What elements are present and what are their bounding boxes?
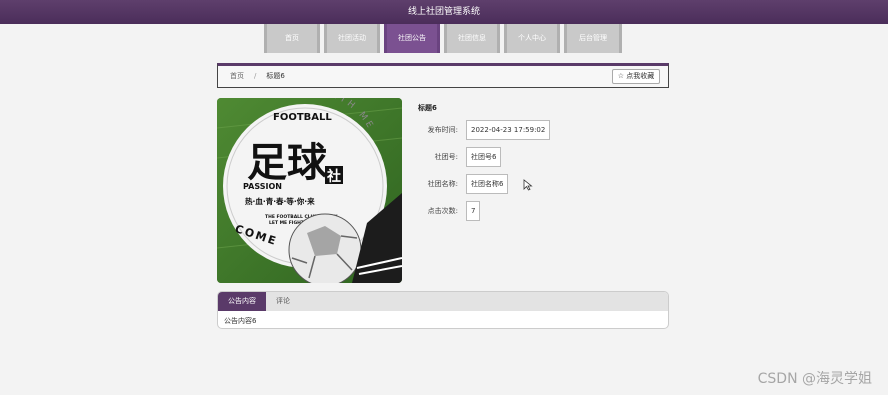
tab-announcement-content[interactable]: 公告内容 bbox=[218, 292, 266, 311]
breadcrumb-home-link[interactable]: 首页 bbox=[230, 66, 244, 87]
watermark: CSDN @海灵学姐 bbox=[757, 371, 872, 387]
nav-item-club-info[interactable]: 社团信息 bbox=[444, 24, 500, 53]
app-title: 线上社团管理系统 bbox=[407, 7, 480, 17]
mouse-cursor-icon bbox=[523, 179, 533, 191]
field-value-club-name: 社团名称6 bbox=[466, 174, 509, 194]
tab-comments[interactable]: 评论 bbox=[266, 292, 300, 311]
field-club-name: 社团名称: bbox=[418, 174, 458, 194]
nav-item-club-announcements[interactable]: 社团公告 bbox=[384, 24, 440, 53]
breadcrumb-bar: 首页 / 标题6 ☆ 点我收藏 bbox=[217, 63, 669, 88]
breadcrumb: 首页 / 标题6 bbox=[230, 66, 285, 87]
main-nav: 首页 社团活动 社团公告 社团信息 个人中心 后台管理 bbox=[264, 24, 622, 54]
cover-artwork: COME WITH ME FOOTBALL 足球 社 PASSION 热·血·青… bbox=[217, 98, 402, 283]
cover-football-text: FOOTBALL bbox=[273, 112, 332, 123]
favorite-button[interactable]: ☆ 点我收藏 bbox=[612, 69, 660, 84]
cover-big-text: 足球 bbox=[247, 139, 328, 186]
nav-item-club-activities[interactable]: 社团活动 bbox=[324, 24, 380, 53]
app-title-bar: 线上社团管理系统 bbox=[0, 0, 888, 24]
field-label-click-count: 点击次数: bbox=[427, 207, 458, 215]
detail-title: 标题6 bbox=[418, 104, 437, 112]
field-label-publish-time: 发布时间: bbox=[427, 126, 458, 134]
announcement-content: 公告内容6 bbox=[224, 317, 257, 325]
cover-passion-text: PASSION bbox=[243, 182, 282, 191]
field-value-click-count: 7 bbox=[466, 201, 481, 221]
cover-image: COME WITH ME FOOTBALL 足球 社 PASSION 热·血·青… bbox=[217, 98, 402, 283]
football-icon bbox=[288, 213, 362, 283]
field-publish-time: 发布时间: bbox=[418, 120, 458, 140]
nav-item-home[interactable]: 首页 bbox=[264, 24, 320, 53]
field-click-count: 点击次数: bbox=[418, 201, 458, 221]
breadcrumb-separator: / bbox=[254, 72, 257, 80]
nav-item-personal-center[interactable]: 个人中心 bbox=[504, 24, 560, 53]
content-tabs: 公告内容 评论 公告内容6 bbox=[217, 291, 669, 329]
field-label-club-name: 社团名称: bbox=[427, 180, 458, 188]
tabs-header: 公告内容 评论 bbox=[218, 292, 668, 311]
field-value-publish-time: 2022-04-23 17:59:02 bbox=[466, 120, 551, 140]
cover-slogan-text: 热·血·青·春·等·你·来 bbox=[245, 196, 315, 206]
field-club-no: 社团号: bbox=[418, 147, 458, 167]
breadcrumb-current: 标题6 bbox=[266, 72, 285, 80]
field-value-club-no: 社团号6 bbox=[466, 147, 502, 167]
field-label-club-no: 社团号: bbox=[434, 153, 458, 161]
nav-item-admin[interactable]: 后台管理 bbox=[564, 24, 622, 53]
cover-she-text: 社 bbox=[326, 168, 341, 185]
